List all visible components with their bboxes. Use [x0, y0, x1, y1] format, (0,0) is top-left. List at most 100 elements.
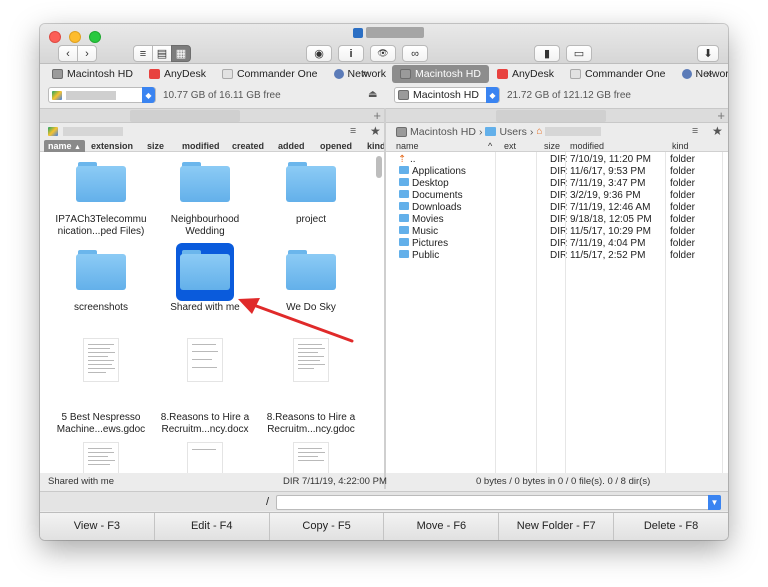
row-kind: folder	[670, 154, 696, 165]
terminal-button[interactable]: ▭	[566, 45, 592, 62]
right-drive-bar: Macintosh HD AnyDesk Commander One Netwo…	[392, 65, 728, 83]
grid-item[interactable]: IP7ACh3Telecommu nication...ped Files)	[53, 162, 149, 238]
new-folder-f7-button[interactable]: New Folder - F7	[499, 513, 615, 540]
favorite-star-icon[interactable]: ★	[370, 124, 381, 138]
find-button[interactable]: ∞	[402, 45, 428, 62]
left-drive-anydesk[interactable]: AnyDesk	[141, 65, 214, 83]
table-row[interactable]: Public DIR 11/5/17, 2:52 PM folder	[386, 250, 728, 262]
list-mode-icon[interactable]: ≡	[692, 125, 698, 137]
right-add-tab-icon[interactable]: +	[717, 108, 725, 123]
hd-icon	[400, 69, 411, 79]
archive-button[interactable]: ▮	[534, 45, 560, 62]
command-line-input[interactable]: ▼	[276, 495, 721, 510]
left-col-created[interactable]: created	[232, 140, 264, 152]
chevron-down-icon[interactable]: ▼	[708, 495, 721, 510]
left-volume-select[interactable]: ◆	[48, 87, 156, 103]
grid-item[interactable]: 8.Reasons to Hire a Recruitm...ncy.docx	[157, 338, 253, 436]
back-button[interactable]: ‹	[58, 45, 78, 62]
left-drive-macintosh-hd[interactable]: Macintosh HD	[44, 65, 141, 83]
left-file-pane[interactable]: IP7ACh3Telecommu nication...ped Files) N…	[40, 152, 384, 473]
table-row[interactable]: Applications DIR 11/6/17, 9:53 PM folder	[386, 166, 728, 178]
delete-f8-button[interactable]: Delete - F8	[614, 513, 728, 540]
app-icon	[353, 27, 363, 38]
document-icon	[187, 338, 223, 382]
toggle-hidden-files-button[interactable]: ◉	[306, 45, 332, 62]
item-name: 5 Best Nespresso Machine...ews.gdoc	[56, 412, 146, 435]
quick-look-button[interactable]: 👁	[370, 45, 396, 62]
view-f3-button[interactable]: View - F3	[40, 513, 155, 540]
grid-item[interactable]: We Do Sky	[263, 250, 359, 314]
table-row[interactable]: Documents DIR 3/2/19, 9:36 PM folder	[386, 190, 728, 202]
left-col-modified[interactable]: modified	[182, 140, 220, 152]
row-modified: 7/10/19, 11:20 PM	[570, 154, 651, 165]
table-row[interactable]: Downloads DIR 7/11/19, 12:46 AM folder	[386, 202, 728, 214]
table-row[interactable]: Desktop DIR 7/11/19, 3:47 PM folder	[386, 178, 728, 190]
drive-label: AnyDesk	[163, 68, 206, 80]
favorite-star-icon[interactable]: ★	[712, 124, 723, 138]
minimize-window-button[interactable]	[69, 31, 81, 43]
eject-icon[interactable]: ⏏	[368, 89, 377, 100]
table-row[interactable]: Movies DIR 9/18/18, 12:05 PM folder	[386, 214, 728, 226]
grid-item-selected[interactable]: Shared with me	[157, 250, 253, 314]
folder-icon	[180, 162, 230, 202]
left-add-tab-icon[interactable]: +	[373, 108, 381, 123]
right-drive-commander-one[interactable]: Commander One	[562, 65, 674, 83]
status-right-summary: 0 bytes / 0 bytes in 0 / 0 file(s). 0 / …	[476, 476, 651, 487]
edit-f4-button[interactable]: Edit - F4	[155, 513, 270, 540]
left-col-opened[interactable]: opened	[320, 140, 352, 152]
column-view-button[interactable]: ▤	[152, 45, 172, 62]
right-drive-network[interactable]: Network	[674, 65, 728, 83]
left-scrollbar[interactable]	[376, 156, 382, 178]
info-button[interactable]: i	[338, 45, 364, 62]
right-volume-bar: Macintosh HD ◆ 21.72 GB of 121.12 GB fre…	[394, 85, 724, 105]
hd-icon	[398, 90, 409, 100]
grid-item[interactable]: screenshots	[53, 250, 149, 314]
path-home[interactable]	[545, 127, 602, 136]
left-tab[interactable]	[130, 110, 240, 122]
left-col-kind[interactable]: kind	[367, 140, 386, 152]
item-name: We Do Sky	[286, 302, 336, 313]
copy-f5-button[interactable]: Copy - F5	[270, 513, 385, 540]
document-icon	[83, 442, 119, 473]
left-more-drives-icon[interactable]: »	[362, 68, 368, 80]
icon-view-button[interactable]: ▦	[171, 45, 191, 62]
right-col-size[interactable]: size	[544, 140, 560, 152]
right-drive-anydesk[interactable]: AnyDesk	[489, 65, 562, 83]
forward-button[interactable]: ›	[77, 45, 97, 62]
left-path-segment[interactable]	[63, 127, 123, 136]
right-volume-select[interactable]: Macintosh HD ◆	[394, 87, 500, 103]
grid-item[interactable]: 5 Best Nespresso Machine...ews.gdoc	[53, 338, 149, 436]
right-tab[interactable]	[496, 110, 606, 122]
right-col-name[interactable]: name	[396, 140, 419, 152]
right-col-ext[interactable]: ext	[504, 140, 516, 152]
right-more-drives-icon[interactable]: »	[706, 68, 712, 80]
left-drive-network[interactable]: Network	[326, 65, 395, 83]
folder-icon	[399, 214, 409, 222]
pane-divider[interactable]	[384, 108, 386, 489]
close-window-button[interactable]	[49, 31, 61, 43]
move-f6-button[interactable]: Move - F6	[384, 513, 500, 540]
grid-item[interactable]: project	[263, 162, 359, 226]
path-root[interactable]: Macintosh HD	[410, 126, 476, 138]
path-users[interactable]: Users	[499, 126, 526, 138]
table-row[interactable]: Music DIR 11/5/17, 10:29 PM folder	[386, 226, 728, 238]
zoom-window-button[interactable]	[89, 31, 101, 43]
right-file-pane[interactable]: ⇡ .. DIR 7/10/19, 11:20 PM folder Applic…	[386, 152, 728, 473]
table-row[interactable]: Pictures DIR 7/11/19, 4:04 PM folder	[386, 238, 728, 250]
left-col-extension[interactable]: extension	[91, 140, 133, 152]
row-kind: folder	[670, 214, 696, 225]
list-mode-icon[interactable]: ≡	[350, 125, 356, 137]
right-col-kind[interactable]: kind	[672, 140, 689, 152]
list-view-button[interactable]: ≡	[133, 45, 153, 62]
left-volume-bar: ◆ 10.77 GB of 16.11 GB free ⏏	[48, 85, 384, 105]
right-drive-macintosh-hd[interactable]: Macintosh HD	[392, 65, 489, 83]
table-row[interactable]: ⇡ .. DIR 7/10/19, 11:20 PM folder	[386, 154, 728, 166]
left-col-added[interactable]: added	[278, 140, 305, 152]
left-col-size[interactable]: size	[147, 140, 164, 152]
grid-item[interactable]: 8.Reasons to Hire a Recruitm...ncy.gdoc	[263, 338, 359, 436]
right-col-modified[interactable]: modified	[570, 140, 604, 152]
item-name: project	[295, 214, 326, 225]
download-button[interactable]: ⬇	[697, 45, 719, 62]
grid-item[interactable]: Neighbourhood Wedding	[157, 162, 253, 238]
left-drive-commander-one[interactable]: Commander One	[214, 65, 326, 83]
